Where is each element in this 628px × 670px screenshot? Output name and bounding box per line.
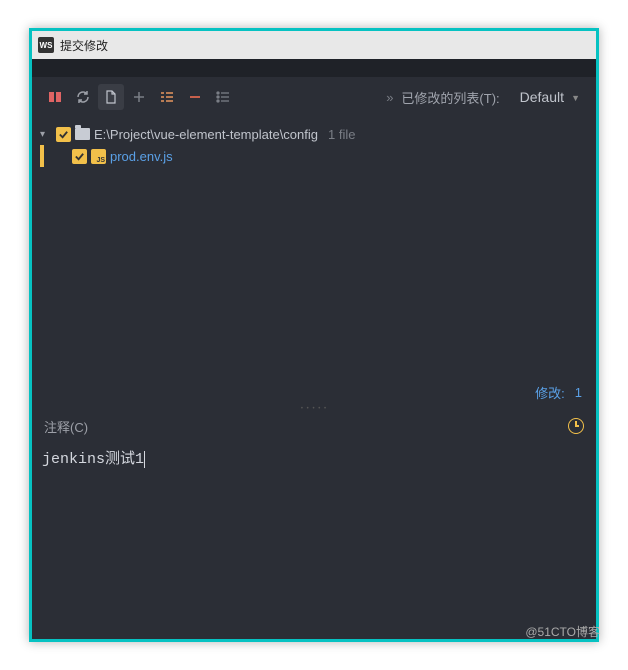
file-icon[interactable] [98,84,124,110]
folder-path: E:\Project\vue-element-template\config [94,127,318,142]
tree-file-row[interactable]: JS prod.env.js [40,145,588,167]
modified-count: 1 [575,385,582,400]
file-count: 1 file [328,127,355,142]
status-bar: 修改: 1 [32,379,596,405]
text-cursor [144,451,145,468]
window-title: 提交修改 [60,37,108,54]
toolbar: » 已修改的列表(T): Default [32,77,596,117]
titlebar[interactable]: WS 提交修改 [32,31,596,59]
history-icon[interactable] [568,418,584,434]
comment-label: 注释(C) [44,417,88,436]
file-checkbox[interactable] [72,149,87,164]
watermark: @51CTO博客 [525,623,600,640]
folder-icon [75,128,90,140]
diff-icon[interactable] [42,84,68,110]
arrows-icon: » [386,90,393,105]
commit-dialog: WS 提交修改 » 已修改的列表(T): Default ▾ [29,28,599,642]
list-settings-icon[interactable] [154,84,180,110]
file-tree: ▾ E:\Project\vue-element-template\config… [32,117,596,379]
folder-checkbox[interactable] [56,127,71,142]
remove-icon[interactable] [182,84,208,110]
commit-message-input[interactable]: jenkins测试1 [42,451,144,468]
webstorm-logo-icon: WS [38,37,54,53]
resize-grip[interactable]: • • • • • [32,405,596,413]
tree-folder-row[interactable]: ▾ E:\Project\vue-element-template\config… [40,123,588,145]
chevron-down-icon[interactable]: ▾ [40,129,52,140]
refresh-icon[interactable] [70,84,96,110]
header-strip [32,59,596,77]
comment-header: 注释(C) [32,413,596,439]
changelist-label: 已修改的列表(T): [401,88,499,107]
change-marker [40,145,44,167]
js-file-icon: JS [91,149,106,164]
add-icon[interactable] [126,84,152,110]
modified-label: 修改: [535,383,565,402]
file-name: prod.env.js [110,149,173,164]
comment-area: jenkins测试1 [32,439,596,639]
changelist-dropdown[interactable]: Default [510,85,586,109]
bullet-list-icon[interactable] [210,84,236,110]
